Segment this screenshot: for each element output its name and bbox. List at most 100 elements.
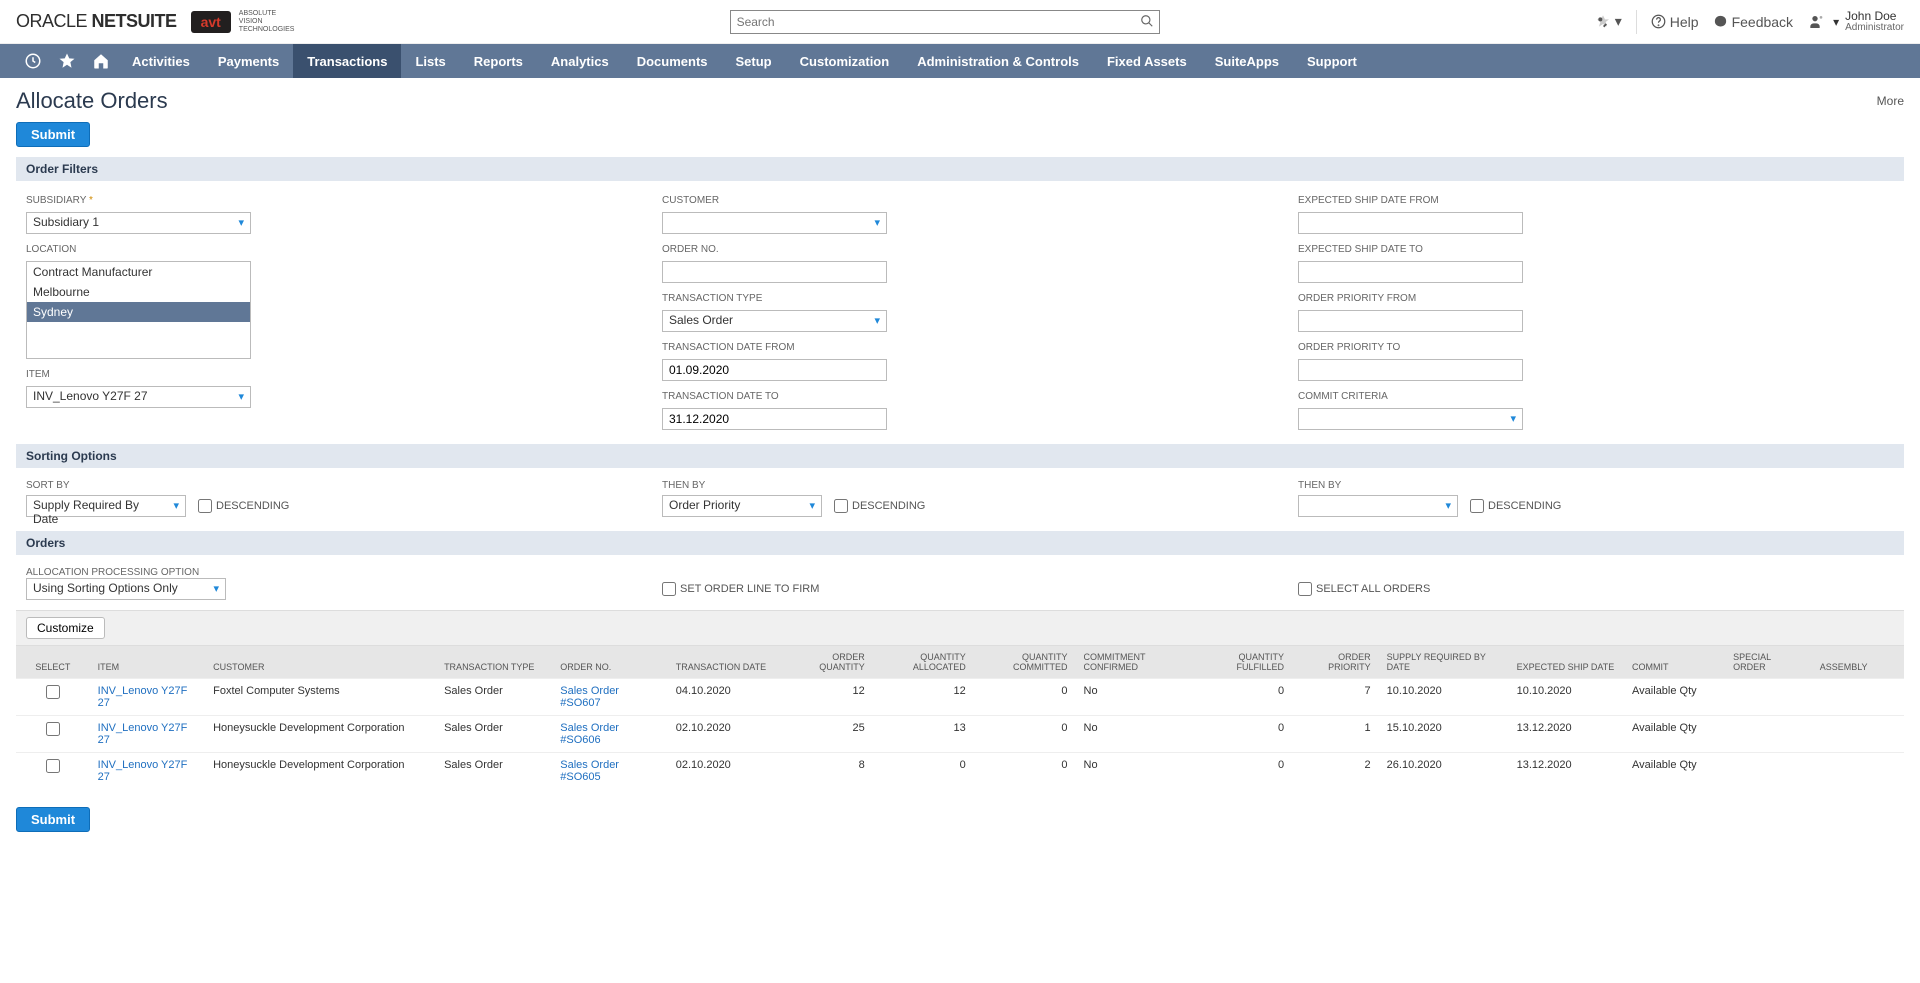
sortby-label: SORT BY [26,480,622,491]
txdate-cell: 02.10.2020 [668,716,784,753]
main-nav: Activities Payments Transactions Lists R… [0,44,1920,78]
nav-reports[interactable]: Reports [460,44,537,78]
thenby-dropdown[interactable]: Order Priority [662,495,822,517]
nav-suiteapps[interactable]: SuiteApps [1201,44,1293,78]
col-cconf: COMMITMENT CONFIRMED [1076,646,1191,679]
search-input[interactable] [730,10,1160,34]
col-expship: EXPECTED SHIP DATE [1509,646,1624,679]
row-select-checkbox[interactable] [46,722,60,736]
qalloc-cell: 0 [873,753,974,790]
col-qcomm: QUANTITY COMMITTED [974,646,1076,679]
col-orderno: ORDER NO. [552,646,667,679]
search-icon[interactable] [1140,14,1154,29]
feedback-link[interactable]: Feedback [1713,14,1793,30]
customize-button[interactable]: Customize [26,617,105,639]
location-listbox[interactable]: Contract Manufacturer Melbourne Sydney [26,261,251,359]
txtype-cell: Sales Order [436,679,552,716]
customize-bar: Customize [16,610,1904,646]
item-dropdown[interactable]: INV_Lenovo Y27F 27 [26,386,251,408]
txtype-label: TRANSACTION TYPE [662,293,1258,304]
nav-transactions[interactable]: Transactions [293,44,401,78]
orderno-input[interactable] [662,261,887,283]
customer-dropdown[interactable] [662,212,887,234]
user-name: John Doe [1845,10,1904,22]
txfrom-input[interactable] [662,359,887,381]
set-firm-checkbox[interactable]: SET ORDER LINE TO FIRM [662,577,1258,600]
qfulf-cell: 0 [1191,679,1292,716]
alloc-option-label: ALLOCATION PROCESSING OPTION [26,567,622,578]
item-link[interactable]: INV_Lenovo Y27F 27 [98,759,188,783]
row-select-checkbox[interactable] [46,685,60,699]
nav-setup[interactable]: Setup [722,44,786,78]
orders-table: SELECT ITEM CUSTOMER TRANSACTION TYPE OR… [16,646,1904,789]
txto-input[interactable] [662,408,887,430]
section-orders: Orders [16,531,1904,555]
location-option[interactable]: Melbourne [27,282,250,302]
location-option[interactable]: Contract Manufacturer [27,262,250,282]
col-supreq: SUPPLY REQUIRED BY DATE [1379,646,1509,679]
sortby-descending[interactable]: DESCENDING [198,499,289,513]
item-label: ITEM [26,369,622,380]
select-all-checkbox[interactable]: SELECT ALL ORDERS [1298,577,1894,600]
favorites-icon[interactable] [50,44,84,78]
commit-cell: Available Qty [1624,679,1725,716]
nav-activities[interactable]: Activities [118,44,204,78]
order-link[interactable]: Sales Order #SO606 [560,722,619,746]
shipto-input[interactable] [1298,261,1523,283]
global-header: ORACLE NETSUITE avt Absolute Vision Tech… [0,0,1920,44]
oracle-netsuite-logo: ORACLE NETSUITE [16,11,177,32]
item-link[interactable]: INV_Lenovo Y27F 27 [98,722,188,746]
commit-label: COMMIT CRITERIA [1298,391,1894,402]
commit-dropdown[interactable] [1298,408,1523,430]
item-link[interactable]: INV_Lenovo Y27F 27 [98,685,188,709]
help-link[interactable]: Help [1651,14,1699,30]
table-row: INV_Lenovo Y27F 27Foxtel Computer System… [16,679,1904,716]
roles-icon[interactable]: ▾ [1595,13,1622,30]
thenby-descending[interactable]: DESCENDING [834,499,925,513]
order-link[interactable]: Sales Order #SO607 [560,685,619,709]
row-select-checkbox[interactable] [46,759,60,773]
nav-customization[interactable]: Customization [786,44,904,78]
location-label: LOCATION [26,244,622,255]
priofrom-input[interactable] [1298,310,1523,332]
home-icon[interactable] [84,44,118,78]
nav-lists[interactable]: Lists [401,44,459,78]
user-menu[interactable]: ▾ John Doe Administrator [1807,10,1904,34]
commit-cell: Available Qty [1624,716,1725,753]
location-option-selected[interactable]: Sydney [27,302,250,322]
subsidiary-dropdown[interactable]: Subsidiary 1 [26,212,251,234]
expship-cell: 13.12.2020 [1509,716,1624,753]
submit-button-bottom[interactable]: Submit [16,807,90,832]
txtype-dropdown[interactable]: Sales Order [662,310,887,332]
thenby2-descending[interactable]: DESCENDING [1470,499,1561,513]
supreq-cell: 15.10.2020 [1379,716,1509,753]
page-title: Allocate Orders [16,88,168,114]
table-row: INV_Lenovo Y27F 27 Honeysuckle Developmen… [16,716,1904,753]
priofrom-label: ORDER PRIORITY FROM [1298,293,1894,304]
customer-cell: Honeysuckle Development Corporation [205,716,436,753]
nav-support[interactable]: Support [1293,44,1371,78]
recent-records-icon[interactable] [16,44,50,78]
alloc-option-dropdown[interactable]: Using Sorting Options Only [26,578,226,600]
user-role: Administrator [1845,22,1904,34]
commit-cell: Available Qty [1624,753,1725,790]
shipfrom-input[interactable] [1298,212,1523,234]
order-link[interactable]: Sales Order #SO605 [560,759,619,783]
nav-fixed-assets[interactable]: Fixed Assets [1093,44,1201,78]
submit-button-top[interactable]: Submit [16,122,90,147]
col-item: ITEM [90,646,205,679]
oprio-cell: 2 [1292,753,1379,790]
nav-analytics[interactable]: Analytics [537,44,623,78]
col-qfulf: QUANTITY FULFILLED [1191,646,1292,679]
prioto-input[interactable] [1298,359,1523,381]
nav-documents[interactable]: Documents [623,44,722,78]
global-search[interactable] [730,10,1160,34]
thenby2-label: THEN BY [1298,480,1894,491]
more-link[interactable]: More [1877,94,1904,108]
sortby-dropdown[interactable]: Supply Required By Date [26,495,186,517]
prioto-label: ORDER PRIORITY TO [1298,342,1894,353]
thenby2-dropdown[interactable] [1298,495,1458,517]
nav-payments[interactable]: Payments [204,44,293,78]
oprio-cell: 7 [1292,679,1379,716]
nav-administration[interactable]: Administration & Controls [903,44,1093,78]
